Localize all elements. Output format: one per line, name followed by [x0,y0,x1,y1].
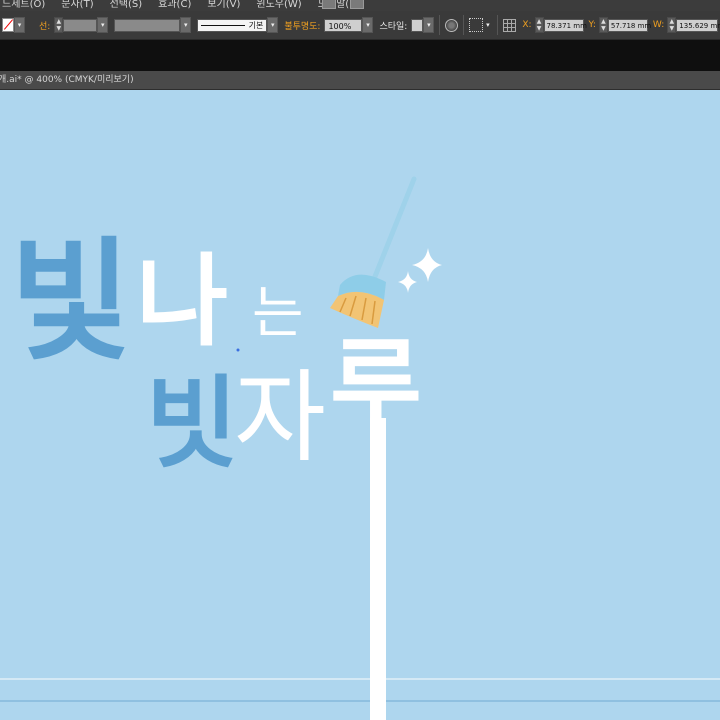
align-dropdown-caret[interactable]: ▾ [483,18,492,32]
title-char-bit: 빛 [10,225,131,379]
title-char-bit2: 빗 [146,365,238,482]
separator [463,15,465,35]
x-field[interactable]: 78.371 mm [543,18,587,32]
brush-definition-dropdown[interactable]: ▾ [267,17,279,33]
x-stepper[interactable]: ▲ ▼ [534,17,544,33]
title-char-ru: 루 [330,327,422,444]
broom-bristles [330,291,384,328]
fill-swatch[interactable] [2,18,14,32]
y-field[interactable]: 57.718 mm [607,18,651,32]
brush-definition-field[interactable]: 기본 [197,18,268,32]
title-char-ja: 자 [234,359,326,476]
x-label: X: [522,20,532,30]
stroke-weight-stepper[interactable]: ▲ ▼ [54,17,64,33]
menu-item-select-set[interactable]: 드세트(O) [0,0,47,10]
menu-bar: 드세트(O) 문자(T) 선택(S) 효과(C) 보기(V) 윈도우(W) 도움… [0,0,720,11]
broom-stick [370,418,386,720]
w-label: W: [652,20,665,30]
menu-item-view[interactable]: 보기(V) [205,0,242,10]
artboard-canvas[interactable]: 빛 나 는 빗 자 루 [0,90,720,720]
style-dropdown[interactable]: ▾ [423,17,435,33]
fill-dropdown-caret[interactable]: ▾ [14,17,25,33]
title-char-na: 나 [136,243,228,360]
menu-item-select[interactable]: 선택(S) [108,0,145,10]
panel-strip [0,40,720,71]
bridge-icon[interactable] [322,0,336,9]
opacity-field[interactable]: 100% [324,18,363,32]
title-char-neun: 는 [252,281,304,346]
broom-handle [369,176,417,287]
menu-item-type[interactable]: 문자(T) [59,0,95,10]
w-field[interactable]: 135.629 mm [676,18,720,32]
menu-item-window[interactable]: 윈도우(W) [254,0,303,10]
separator [439,15,441,35]
align-to-icon[interactable] [469,18,484,32]
arrange-documents-icon[interactable] [350,0,364,9]
recolor-artwork-icon[interactable] [445,18,459,32]
opacity-dropdown[interactable]: ▾ [362,17,374,33]
sparkle-small-icon [398,271,417,293]
reference-point-icon[interactable] [503,18,517,32]
y-stepper[interactable]: ▲ ▼ [598,17,608,33]
w-stepper[interactable]: ▲ ▼ [667,17,677,33]
stroke-label: 선: [39,21,51,32]
variable-width-field[interactable] [114,18,181,32]
style-label: 스타일: [379,21,408,32]
stroke-weight-field[interactable] [63,18,98,32]
anchor-point[interactable] [236,348,240,352]
sparkle-large-icon [412,248,442,282]
variable-width-dropdown[interactable]: ▾ [180,17,192,33]
style-swatch[interactable] [411,18,424,32]
document-tab-title: 개.ai* @ 400% (CMYK/미리보기) [0,75,134,85]
stroke-weight-dropdown[interactable]: ▾ [97,17,109,33]
artwork[interactable]: 빛 나 는 빗 자 루 [0,90,720,720]
control-bar: ▾ 선: ▲ ▼ ▾ ▾ 기본 ▾ 불투명도: 100% ▾ 스타일: ▾ ▾ X… [0,11,720,40]
brush-definition-label: 기본 [248,20,264,30]
menu-item-effect[interactable]: 효과(C) [156,0,193,10]
y-label: Y: [588,20,596,30]
document-tab[interactable]: 개.ai* @ 400% (CMYK/미리보기) [0,71,720,90]
separator [497,15,499,35]
opacity-label: 불투명도: [284,21,321,32]
stroke-preview-line [201,24,245,26]
